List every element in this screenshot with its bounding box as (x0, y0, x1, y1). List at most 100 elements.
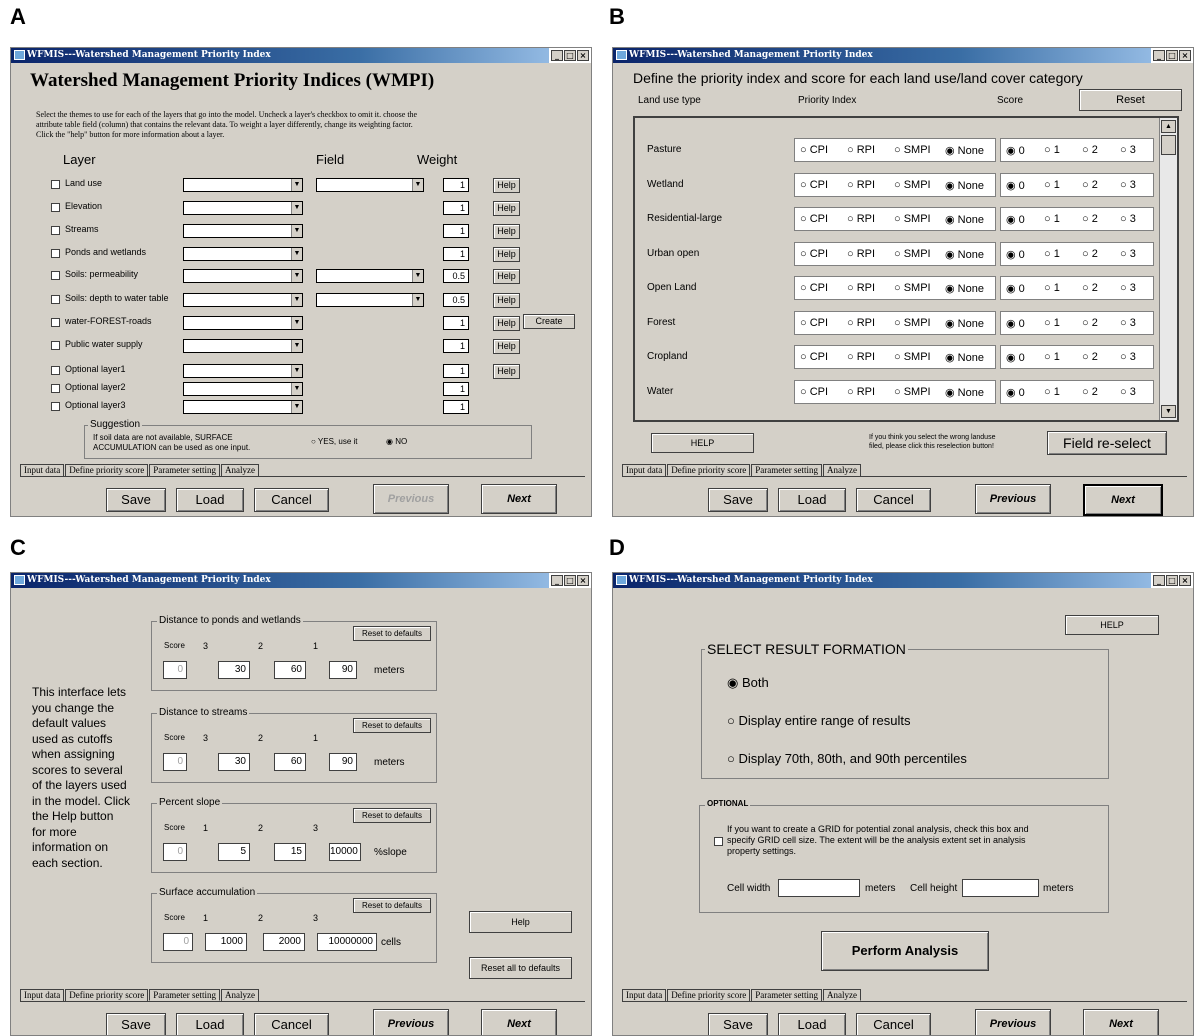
help-button[interactable]: Help (493, 364, 520, 379)
tab-input-data[interactable]: Input data (20, 464, 65, 476)
reset-to-defaults-button[interactable]: Reset to defaults (353, 898, 431, 913)
weight-input[interactable]: 1 (443, 316, 469, 330)
score-radio[interactable]: ◉ 0 (1006, 351, 1025, 364)
maximize-icon[interactable]: □ (564, 50, 576, 61)
maximize-icon[interactable]: □ (1166, 575, 1178, 586)
priority-radio[interactable]: ○ CPI (800, 144, 828, 156)
weight-input[interactable]: 0.5 (443, 293, 469, 307)
help-button[interactable]: HELP (1065, 615, 1159, 635)
cutoff-input[interactable]: 30 (218, 753, 250, 771)
score-radio[interactable]: ○ 3 (1120, 179, 1136, 191)
score-radio[interactable]: ○ 3 (1120, 213, 1136, 225)
score-radio[interactable]: ○ 3 (1120, 144, 1136, 156)
priority-radio[interactable]: ○ CPI (800, 248, 828, 260)
priority-radio[interactable]: ○ CPI (800, 317, 828, 329)
priority-radio[interactable]: ○ CPI (800, 179, 828, 191)
help-button[interactable]: HELP (651, 433, 754, 453)
chevron-down-icon[interactable]: ▼ (291, 270, 302, 282)
layer-checkbox[interactable] (51, 271, 60, 280)
score-radio[interactable]: ○ 2 (1082, 386, 1098, 398)
theme-dropdown[interactable]: ▼ (183, 269, 303, 283)
cutoff-input[interactable]: 60 (274, 661, 306, 679)
priority-radio[interactable]: ○ RPI (847, 248, 875, 260)
previous-button[interactable]: Previous (975, 484, 1051, 514)
chevron-down-icon[interactable]: ▼ (291, 401, 302, 413)
score-radio[interactable]: ○ 3 (1120, 248, 1136, 260)
chevron-down-icon[interactable]: ▼ (291, 248, 302, 260)
scroll-up-icon[interactable]: ▲ (1161, 120, 1176, 133)
save-button[interactable]: Save (708, 1013, 768, 1035)
priority-radio[interactable]: ○ RPI (847, 386, 875, 398)
chevron-down-icon[interactable]: ▼ (291, 365, 302, 377)
reset-all-button[interactable]: Reset all to defaults (469, 957, 572, 979)
chevron-down-icon[interactable]: ▼ (412, 179, 423, 191)
chevron-down-icon[interactable]: ▼ (291, 225, 302, 237)
cutoff-input[interactable]: 1000 (205, 933, 247, 951)
priority-radio[interactable]: ◉ None (945, 248, 984, 261)
reset-to-defaults-button[interactable]: Reset to defaults (353, 626, 431, 641)
theme-dropdown[interactable]: ▼ (183, 247, 303, 261)
score-radio[interactable]: ◉ 0 (1006, 213, 1025, 226)
priority-radio[interactable]: ○ RPI (847, 282, 875, 294)
score-radio[interactable]: ○ 2 (1082, 351, 1098, 363)
tab-analyze[interactable]: Analyze (220, 464, 259, 476)
score-radio[interactable]: ○ 2 (1082, 317, 1098, 329)
priority-radio[interactable]: ○ RPI (847, 179, 875, 191)
minimize-icon[interactable]: _ (1153, 575, 1165, 586)
cutoff-input[interactable]: 10000 (329, 843, 361, 861)
chevron-down-icon[interactable]: ▼ (291, 202, 302, 214)
score-radio[interactable]: ○ 1 (1044, 282, 1060, 294)
theme-dropdown[interactable]: ▼ (183, 316, 303, 330)
help-button[interactable]: Help (469, 911, 572, 933)
score-radio[interactable]: ○ 1 (1044, 351, 1060, 363)
save-button[interactable]: Save (106, 1013, 166, 1035)
weight-input[interactable]: 0.5 (443, 269, 469, 283)
score-radio[interactable]: ◉ 0 (1006, 248, 1025, 261)
tab-input-data[interactable]: Input data (622, 464, 667, 476)
tab-define-priority-score[interactable]: Define priority score (65, 989, 149, 1001)
previous-button[interactable]: Previous (975, 1009, 1051, 1035)
tab-analyze[interactable]: Analyze (822, 989, 861, 1001)
field-dropdown[interactable]: ▼ (316, 269, 424, 283)
score-radio[interactable]: ○ 2 (1082, 144, 1098, 156)
previous-button[interactable]: Previous (373, 484, 449, 514)
minimize-icon[interactable]: _ (551, 50, 563, 61)
scroll-thumb[interactable] (1161, 135, 1176, 155)
theme-dropdown[interactable]: ▼ (183, 364, 303, 378)
weight-input[interactable]: 1 (443, 247, 469, 261)
layer-checkbox[interactable] (51, 384, 60, 393)
chevron-down-icon[interactable]: ▼ (291, 179, 302, 191)
priority-radio[interactable]: ○ RPI (847, 317, 875, 329)
chevron-down-icon[interactable]: ▼ (291, 294, 302, 306)
help-button[interactable]: Help (493, 293, 520, 308)
cutoff-input[interactable]: 90 (329, 753, 357, 771)
cutoff-input[interactable]: 0 (163, 753, 187, 771)
weight-input[interactable]: 1 (443, 339, 469, 353)
help-button[interactable]: Help (493, 224, 520, 239)
layer-checkbox[interactable] (51, 341, 60, 350)
tab-analyze[interactable]: Analyze (220, 989, 259, 1001)
layer-checkbox[interactable] (51, 249, 60, 258)
cutoff-input[interactable]: 60 (274, 753, 306, 771)
priority-radio[interactable]: ◉ None (945, 351, 984, 364)
priority-radio[interactable]: ◉ None (945, 179, 984, 192)
score-radio[interactable]: ○ 3 (1120, 351, 1136, 363)
theme-dropdown[interactable]: ▼ (183, 400, 303, 414)
priority-radio[interactable]: ○ SMPI (894, 213, 931, 225)
tab-input-data[interactable]: Input data (20, 989, 65, 1001)
priority-radio[interactable]: ○ SMPI (894, 144, 931, 156)
priority-radio[interactable]: ○ SMPI (894, 317, 931, 329)
score-radio[interactable]: ○ 1 (1044, 179, 1060, 191)
score-radio[interactable]: ○ 1 (1044, 248, 1060, 260)
theme-dropdown[interactable]: ▼ (183, 224, 303, 238)
close-icon[interactable]: × (577, 50, 589, 61)
priority-radio[interactable]: ◉ None (945, 282, 984, 295)
score-radio[interactable]: ○ 1 (1044, 386, 1060, 398)
priority-radio[interactable]: ○ CPI (800, 282, 828, 294)
minimize-icon[interactable]: _ (551, 575, 563, 586)
score-radio[interactable]: ○ 2 (1082, 179, 1098, 191)
score-radio[interactable]: ◉ 0 (1006, 317, 1025, 330)
tab-define-priority-score[interactable]: Define priority score (667, 464, 751, 476)
maximize-icon[interactable]: □ (1166, 50, 1178, 61)
next-button[interactable]: Next (481, 1009, 557, 1035)
